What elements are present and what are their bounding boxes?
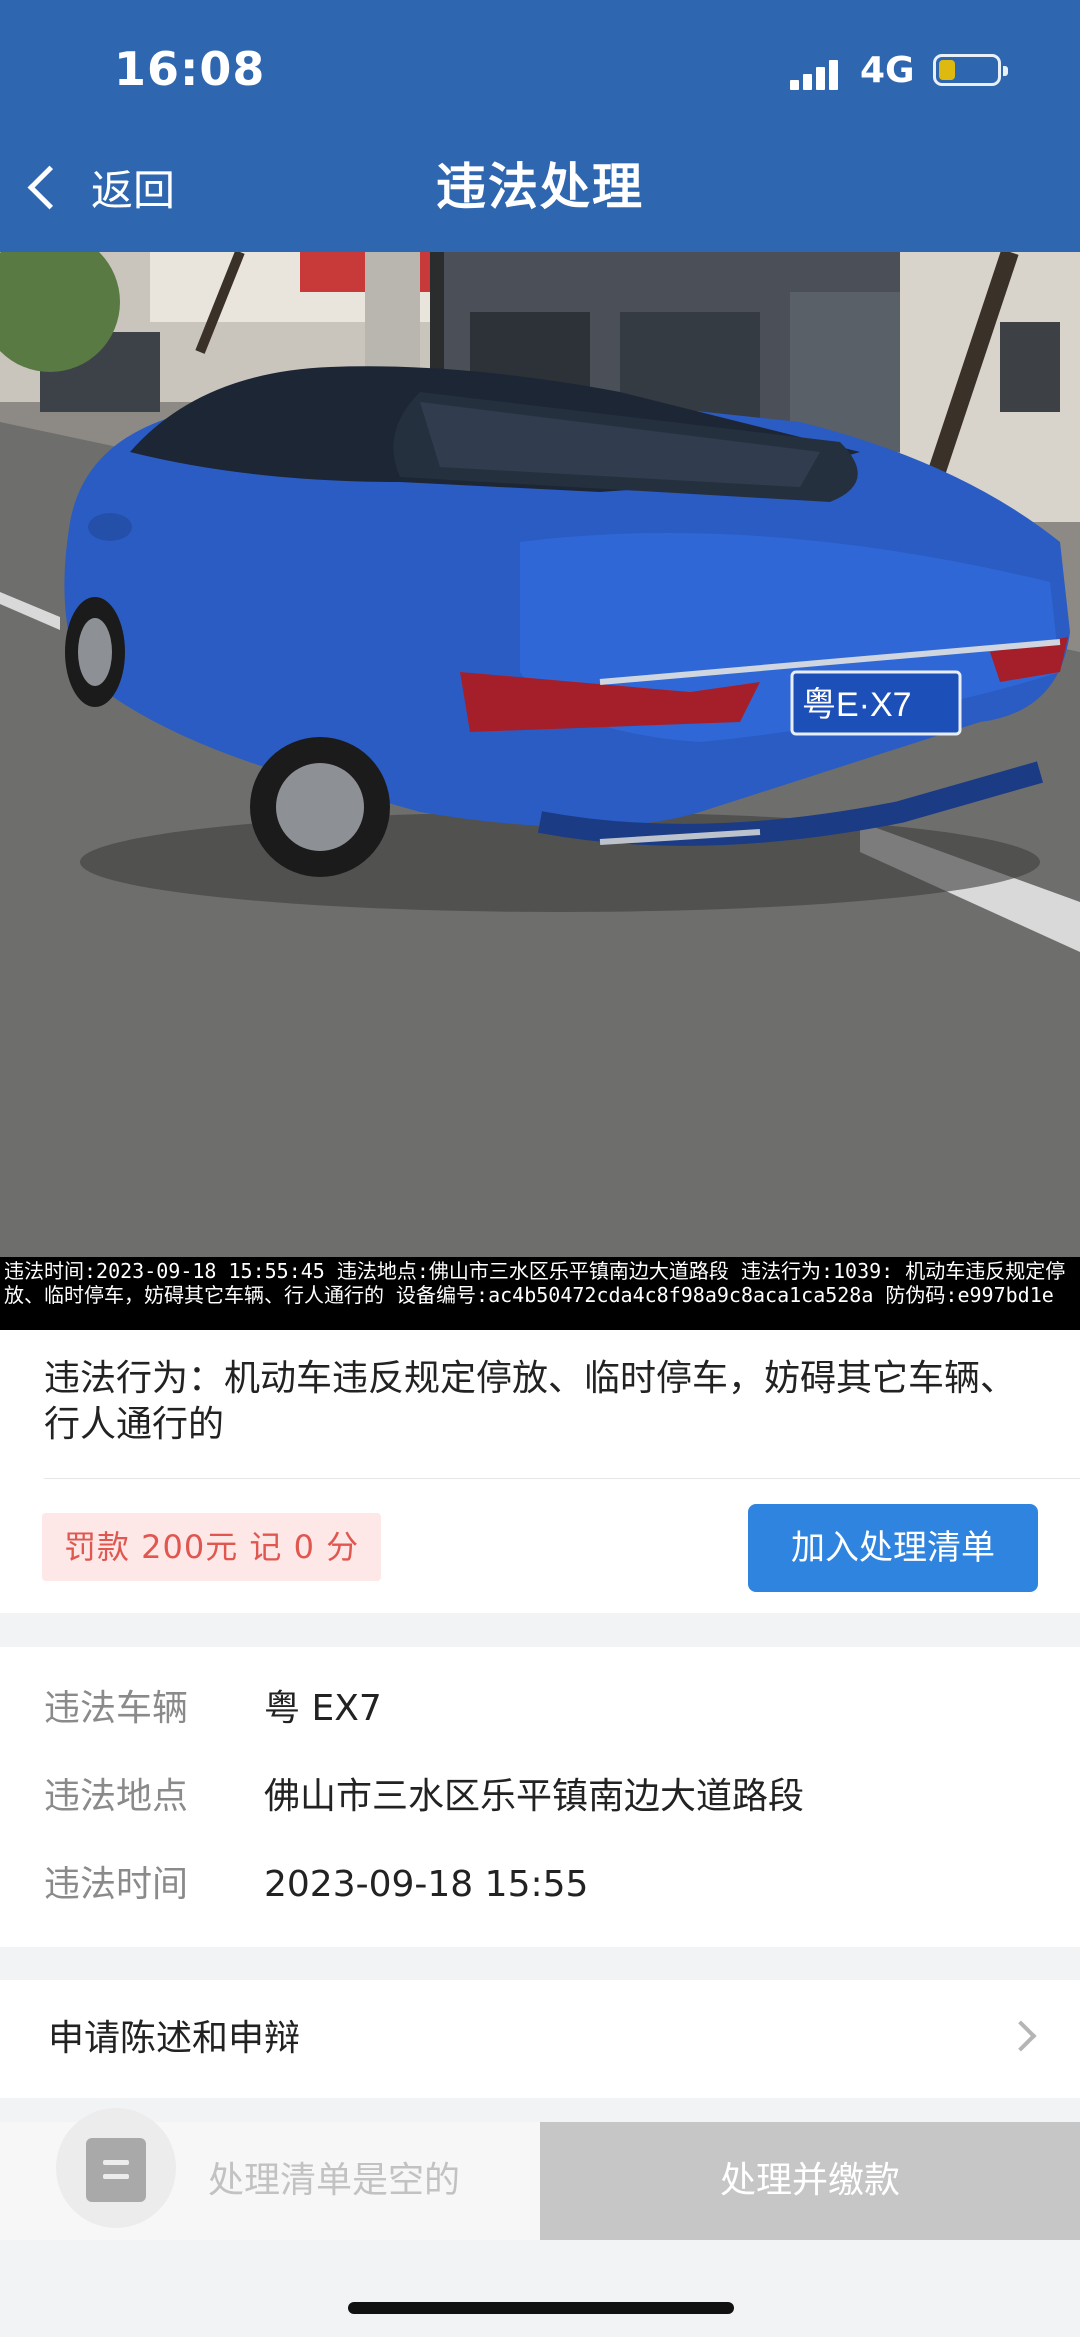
detail-value: 粤 EX7 (264, 1688, 382, 1729)
fine-badge: 罚款 200元 记 0 分 (42, 1513, 382, 1581)
detail-label: 违法时间 (44, 1864, 189, 1905)
violation-behavior: 违法行为：机动车违反规定停放、临时停车，妨碍其它车辆、行人通行的 (44, 1358, 1017, 1445)
status-time: 16:08 (114, 42, 266, 96)
detail-value: 2023-09-18 15:55 (264, 1864, 589, 1905)
plate-number: 粤E·X7 (802, 686, 912, 724)
chevron-right-icon (1005, 2020, 1037, 2052)
detail-value: 佛山市三水区乐平镇南边大道路段 (264, 1776, 805, 1817)
page-title: 违法处理 (436, 158, 644, 216)
detail-row-time: 违法时间 2023-09-18 15:55 (0, 1855, 1080, 1915)
bottom-action-bar: 处理清单是空的 处理并缴款 (0, 2108, 1080, 2240)
statement-label: 申请陈述和申辩 (48, 2018, 301, 2059)
signal-icon (790, 58, 844, 90)
battery-icon (933, 54, 1008, 86)
photo-watermark-text: 违法时间:2023-09-18 15:55:45 违法地点:佛山市三水区乐平镇南… (0, 1257, 1080, 1330)
app-header: 16:08 4G 返回 违法处理 (0, 0, 1080, 252)
process-list-area[interactable]: 处理清单是空的 (0, 2108, 540, 2240)
list-icon[interactable] (56, 2108, 176, 2228)
network-type: 4G (860, 50, 915, 91)
home-indicator[interactable] (348, 2302, 734, 2314)
statement-row[interactable]: 申请陈述和申辩 (0, 1980, 1080, 2098)
detail-row-location: 违法地点 佛山市三水区乐平镇南边大道路段 (0, 1767, 1080, 1827)
detail-label: 违法车辆 (44, 1688, 189, 1729)
process-and-pay-button[interactable]: 处理并缴款 (540, 2122, 1080, 2240)
details-card: 违法车辆 粤 EX7 违法地点 佛山市三水区乐平镇南边大道路段 违法时间 202… (0, 1647, 1080, 1947)
violation-card: 违法行为：机动车违反规定停放、临时停车，妨碍其它车辆、行人通行的 罚款 200元… (0, 1330, 1080, 1613)
divider (44, 1478, 1080, 1479)
add-to-list-button[interactable]: 加入处理清单 (748, 1504, 1038, 1592)
empty-list-text: 处理清单是空的 (208, 2160, 461, 2201)
evidence-photo[interactable]: 粤E·X7 (0, 252, 1080, 1257)
detail-label: 违法地点 (44, 1776, 189, 1817)
detail-row-vehicle: 违法车辆 粤 EX7 (0, 1679, 1080, 1739)
